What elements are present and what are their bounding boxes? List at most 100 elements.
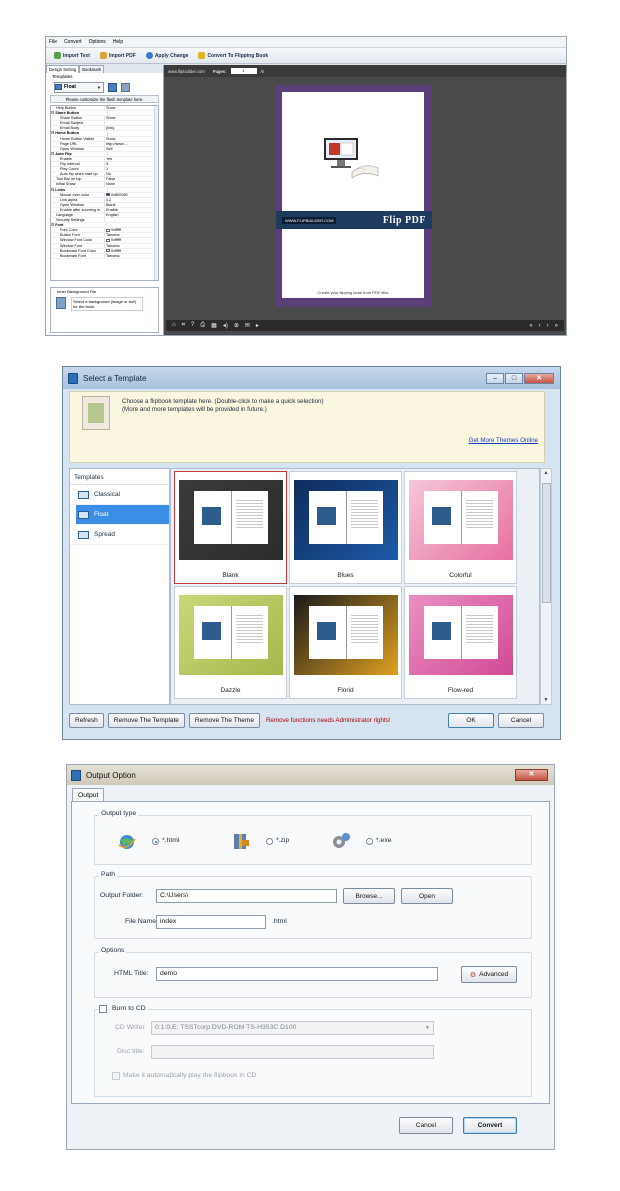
- last-page-icon[interactable]: »: [555, 323, 558, 329]
- property-value[interactable]: Tahoma: [105, 254, 158, 258]
- next-page-icon[interactable]: ›: [547, 323, 549, 329]
- scroll-up-icon[interactable]: ▲: [541, 470, 551, 476]
- convert-button[interactable]: Convert: [463, 1117, 517, 1134]
- file-name-input[interactable]: index: [156, 915, 266, 929]
- advanced-button[interactable]: ⚙ Advanced: [461, 966, 517, 983]
- minimize-icon[interactable]: –: [486, 372, 504, 384]
- menu-convert[interactable]: Convert: [64, 37, 82, 47]
- property-value[interactable]: 0x800080: [105, 193, 158, 197]
- refresh-button[interactable]: Refresh: [69, 712, 104, 728]
- template-dropdown[interactable]: Float ▼: [54, 81, 104, 93]
- print-icon[interactable]: ⎙: [200, 322, 205, 329]
- property-value[interactable]: 0xffffff: [105, 238, 158, 242]
- import-pdf-button[interactable]: Import PDF: [99, 52, 136, 59]
- theme-card[interactable]: Flow-red: [404, 586, 517, 699]
- open-button[interactable]: Open: [401, 888, 453, 904]
- autoplay-icon[interactable]: ▸: [256, 322, 259, 329]
- convert-button[interactable]: Convert To Flipping Book: [198, 52, 268, 59]
- menu-help[interactable]: Help: [113, 37, 123, 47]
- remove-theme-button[interactable]: Remove The Theme: [188, 712, 260, 728]
- apply-change-button[interactable]: Apply Change: [145, 52, 188, 59]
- flipbook-preview[interactable]: WWW.FLIPBUILDER.COM Flip PDF Create your…: [276, 85, 432, 307]
- property-row[interactable]: Bookmark Font Tahoma: [51, 253, 158, 259]
- property-value[interactable]: [108, 131, 158, 135]
- theme-grid-scrollbar[interactable]: ▲ ▼: [540, 468, 552, 705]
- exe-radio[interactable]: [366, 838, 373, 845]
- page-number-input[interactable]: 1: [230, 68, 257, 74]
- property-value[interactable]: False: [105, 177, 158, 181]
- browse-button[interactable]: Browse...: [343, 888, 395, 904]
- help-icon[interactable]: ?: [191, 322, 194, 329]
- scroll-down-icon[interactable]: ▼: [541, 697, 551, 703]
- html-radio[interactable]: [152, 838, 159, 845]
- template-item-float[interactable]: Float: [76, 505, 169, 525]
- property-value[interactable]: Show: [105, 116, 158, 120]
- property-value[interactable]: English: [105, 213, 158, 217]
- prev-page-icon[interactable]: ‹: [539, 323, 541, 329]
- output-folder-input[interactable]: C:\Users\: [156, 889, 337, 903]
- property-value[interactable]: [108, 188, 158, 192]
- theme-card[interactable]: Blues: [289, 471, 402, 584]
- close-icon[interactable]: ✕: [524, 372, 554, 384]
- property-value[interactable]: [108, 111, 158, 115]
- import-text-button[interactable]: Import Text: [54, 52, 90, 59]
- html-title-input[interactable]: demo: [156, 967, 438, 981]
- thumbnails-icon[interactable]: ▦: [211, 322, 217, 329]
- save-template-icon[interactable]: [108, 82, 117, 92]
- property-value[interactable]: [105, 121, 158, 125]
- remove-template-button[interactable]: Remove The Template: [107, 712, 185, 728]
- menu-options[interactable]: Options: [89, 37, 106, 47]
- theme-card[interactable]: Blank: [174, 471, 287, 584]
- property-grid-scrollbar[interactable]: [154, 106, 158, 280]
- property-value[interactable]: Enable: [105, 208, 158, 212]
- cd-writer-select[interactable]: 0:1:0,E: TSSTcorp DVD-ROM TS-H353C D100 …: [151, 1021, 434, 1035]
- tab-design-setting[interactable]: Design Setting: [46, 65, 80, 73]
- property-value[interactable]: [108, 152, 158, 156]
- maximize-icon[interactable]: □: [505, 372, 523, 384]
- sound-icon[interactable]: ◂): [223, 322, 228, 329]
- property-value[interactable]: Tahoma: [105, 244, 158, 248]
- template-item-spread[interactable]: Spread: [70, 525, 169, 545]
- email-icon[interactable]: ✉: [245, 322, 250, 329]
- tab-bookmark[interactable]: Bookmark: [79, 65, 105, 73]
- ok-button[interactable]: OK: [448, 712, 494, 728]
- property-value[interactable]: Self: [105, 147, 158, 151]
- property-value[interactable]: http://www....: [105, 142, 158, 146]
- property-value[interactable]: 0xffffff: [105, 249, 158, 253]
- property-value[interactable]: 3: [105, 162, 158, 166]
- property-value[interactable]: Yes: [105, 157, 158, 161]
- property-value[interactable]: [105, 218, 158, 222]
- property-value[interactable]: 0xffffff: [105, 228, 158, 232]
- zip-radio[interactable]: [266, 838, 273, 845]
- home-icon[interactable]: ⌂: [172, 322, 176, 329]
- zoom-icon[interactable]: ⊕: [234, 322, 239, 329]
- property-value[interactable]: Blank: [105, 203, 158, 207]
- property-value[interactable]: No: [105, 172, 158, 176]
- first-page-icon[interactable]: «: [529, 323, 532, 329]
- property-value[interactable]: Tahoma: [105, 233, 158, 237]
- property-value[interactable]: Show: [105, 106, 158, 110]
- theme-card[interactable]: Dazzle: [174, 586, 287, 699]
- property-value[interactable]: [108, 223, 158, 227]
- cancel-button[interactable]: Cancel: [498, 712, 544, 728]
- fit-icon[interactable]: ⌗: [182, 322, 185, 329]
- scroll-thumb[interactable]: [542, 483, 551, 603]
- property-value[interactable]: Show: [105, 137, 158, 141]
- cancel-button[interactable]: Cancel: [399, 1117, 453, 1134]
- theme-card[interactable]: Florid: [289, 586, 402, 699]
- property-grid[interactable]: Help Button Show ⊟ Share Button Share Button…: [50, 105, 159, 281]
- property-value[interactable]: {link}: [105, 126, 158, 130]
- theme-card[interactable]: Colorful: [404, 471, 517, 584]
- tab-output[interactable]: Output: [72, 788, 105, 802]
- property-value[interactable]: 0.2: [105, 198, 158, 202]
- get-more-themes-link[interactable]: Get More Themes Online: [469, 437, 538, 444]
- theme-icon[interactable]: [121, 82, 130, 92]
- template-item-classical[interactable]: Classical: [70, 485, 169, 505]
- menu-file[interactable]: File: [49, 37, 57, 47]
- close-icon[interactable]: ✕: [515, 769, 548, 781]
- autoplay-checkbox[interactable]: [112, 1072, 120, 1080]
- property-value[interactable]: None: [105, 182, 158, 186]
- burn-to-cd-checkbox[interactable]: [99, 1005, 107, 1013]
- disc-title-input[interactable]: [151, 1045, 434, 1059]
- customize-template-button[interactable]: Please customize the flash template here…: [50, 95, 159, 103]
